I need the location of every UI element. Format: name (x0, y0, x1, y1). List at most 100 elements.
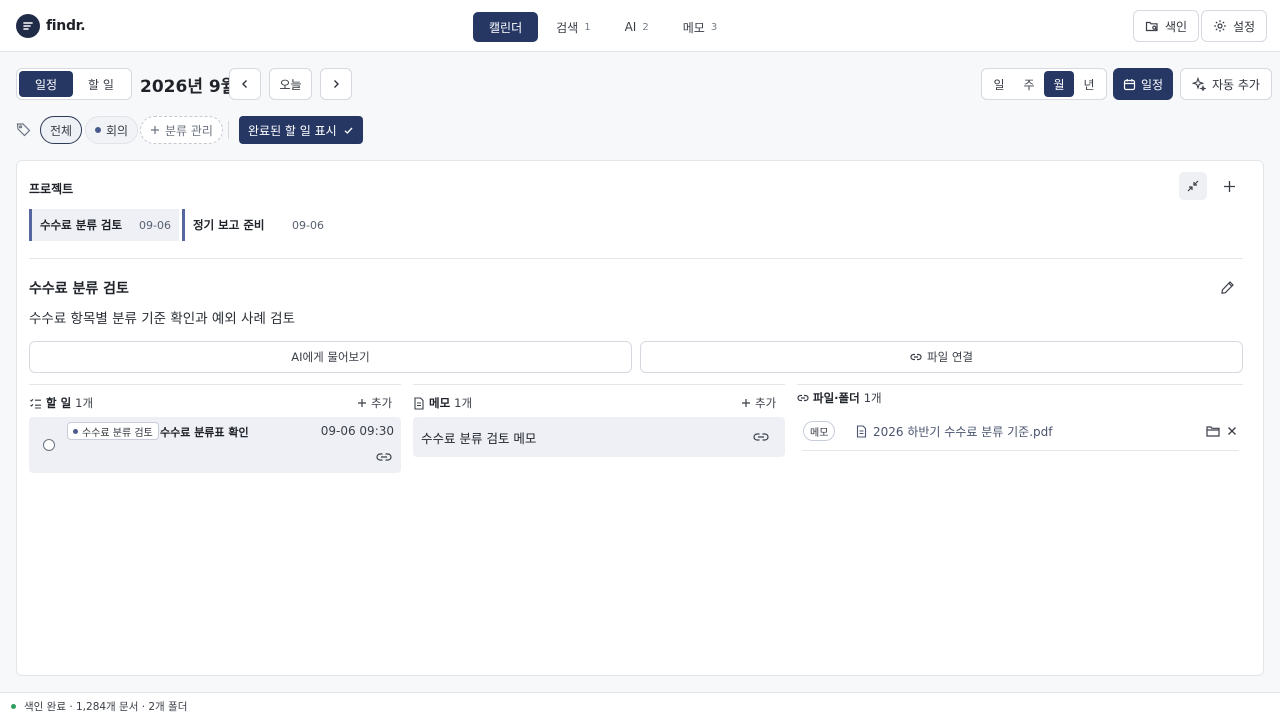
show-completed-label: 완료된 할 일 표시 (248, 123, 337, 138)
range-year[interactable]: 년 (1074, 71, 1104, 97)
minimize-icon (1186, 179, 1200, 193)
ask-ai-button[interactable]: AI에게 물어보기 (29, 341, 632, 373)
ask-ai-label: AI에게 물어보기 (291, 350, 370, 364)
todo-count: 1개 (75, 396, 94, 410)
range-day[interactable]: 일 (984, 71, 1014, 97)
plus-icon (150, 125, 160, 135)
show-completed-toggle[interactable]: 완료된 할 일 표시 (239, 116, 363, 144)
today-label: 오늘 (279, 77, 302, 92)
range-week[interactable]: 주 (1014, 71, 1044, 97)
logo-icon (16, 14, 40, 38)
file-icon (856, 425, 867, 438)
project-tab-fee-review[interactable]: 수수료 분류 검토 09-06 (29, 209, 179, 241)
current-month: 2026년 9월 (140, 77, 237, 97)
filter-all-label: 전체 (50, 123, 73, 138)
auto-add-button[interactable]: 자동 추가 (1180, 68, 1272, 100)
project-card: 프로젝트 수수료 분류 검토 09-06 정기 보고 준비 09-06 수수료 … (16, 160, 1264, 676)
memo-count: 1개 (454, 396, 473, 410)
filter-meeting-label: 회의 (106, 123, 129, 138)
add-project-button[interactable] (1215, 172, 1243, 200)
tab-count: 3 (710, 21, 718, 33)
schedule-button[interactable]: 일정 (1113, 68, 1174, 100)
mode-schedule[interactable]: 일정 (19, 71, 73, 97)
project-tab-name: 정기 보고 준비 (193, 218, 265, 232)
auto-add-label: 자동 추가 (1212, 77, 1260, 92)
file-tag: 메모 (803, 421, 836, 441)
tab-memo[interactable]: 메모 3 (667, 12, 733, 42)
files-column-header: 파일·폴더 1개 (797, 388, 882, 408)
edit-project-button[interactable] (1213, 273, 1241, 301)
divider (29, 258, 1243, 259)
plus-icon (741, 398, 751, 408)
todo-datetime: 09-06 09:30 (320, 424, 394, 438)
today-button[interactable]: 오늘 (269, 68, 312, 100)
gear-icon (1213, 19, 1227, 33)
range-month[interactable]: 월 (1044, 71, 1074, 97)
memo-column-header: 메모 1개 (413, 393, 472, 413)
add-todo-button[interactable]: 추가 (357, 395, 392, 411)
plus-icon (357, 398, 367, 408)
memo-title: 수수료 분류 검토 메모 (421, 431, 537, 446)
selected-project-title: 수수료 분류 검토 (29, 281, 129, 297)
link-icon[interactable] (376, 451, 392, 463)
prev-month-button[interactable] (229, 68, 261, 100)
document-icon (413, 396, 425, 410)
list-icon (29, 397, 42, 410)
column-divider (797, 384, 1243, 385)
top-nav: findr. 캘린더 검색 1 AI 2 메모 3 색인 설정 (0, 0, 1280, 52)
filter-meeting[interactable]: 회의 (85, 116, 139, 144)
range-toggle: 일 주 월 년 (981, 68, 1107, 100)
todo-item[interactable]: 수수료 분류 검토 수수료 분류표 확인 09-06 09:30 (29, 417, 401, 473)
app-name: findr. (46, 18, 86, 34)
project-heading: 프로젝트 (29, 182, 74, 196)
add-memo-button[interactable]: 추가 (741, 395, 776, 411)
todo-checkbox[interactable] (43, 439, 55, 451)
project-tab-date: 09-06 (139, 218, 171, 232)
files-label: 파일·폴더 (813, 391, 860, 405)
add-memo-label: 추가 (755, 396, 777, 410)
filter-all[interactable]: 전체 (40, 116, 83, 144)
memo-label: 메모 (429, 396, 451, 410)
link-file-label: 파일 연결 (927, 350, 973, 364)
manage-categories-label: 분류 관리 (165, 123, 213, 138)
index-button[interactable]: 색인 (1133, 10, 1200, 42)
open-folder-icon[interactable] (1206, 425, 1220, 437)
tab-count: 2 (642, 21, 649, 33)
mode-todo[interactable]: 할 일 (73, 71, 129, 97)
tab-label: 검색 (556, 20, 579, 35)
chevron-left-icon (239, 78, 251, 90)
manage-categories-button[interactable]: 분류 관리 (140, 116, 223, 144)
status-text: 색인 완료 · 1,284개 문서 · 2개 폴더 (24, 701, 188, 713)
add-todo-label: 추가 (371, 396, 393, 410)
check-icon (343, 125, 354, 136)
next-month-button[interactable] (320, 68, 352, 100)
schedule-label: 일정 (1141, 77, 1164, 92)
tab-ai[interactable]: AI 2 (609, 12, 665, 42)
chevron-right-icon (330, 78, 342, 90)
pencil-icon (1220, 280, 1235, 295)
link-file-button[interactable]: 파일 연결 (640, 341, 1243, 373)
tab-search[interactable]: 검색 1 (540, 12, 606, 42)
tab-label: 메모 (682, 20, 705, 35)
tab-calendar[interactable]: 캘린더 (473, 12, 539, 42)
tag-icon (16, 122, 31, 137)
project-tab-report[interactable]: 정기 보고 준비 09-06 (182, 209, 332, 241)
memo-item[interactable]: 수수료 분류 검토 메모 (413, 417, 785, 457)
project-tab-name: 수수료 분류 검토 (40, 218, 123, 232)
settings-button[interactable]: 설정 (1201, 10, 1268, 42)
settings-label: 설정 (1233, 19, 1256, 34)
todo-project-tag: 수수료 분류 검토 (67, 422, 159, 440)
category-dot (95, 127, 101, 133)
collapse-button[interactable] (1179, 172, 1207, 200)
todo-title: 수수료 분류표 확인 (160, 426, 249, 439)
app-logo[interactable]: findr. (16, 14, 86, 38)
file-link[interactable]: 2026 하반기 수수료 분류 기준.pdf (856, 423, 1052, 440)
link-icon[interactable] (753, 431, 769, 443)
files-count: 1개 (863, 391, 882, 405)
tab-label: 캘린더 (489, 20, 523, 35)
plus-icon (1223, 180, 1236, 193)
todo-column-header: 할 일 1개 (29, 393, 93, 413)
mode-toggle: 일정 할 일 (16, 68, 132, 100)
close-icon[interactable] (1227, 426, 1237, 436)
status-bar: 색인 완료 · 1,284개 문서 · 2개 폴더 (0, 692, 1280, 720)
